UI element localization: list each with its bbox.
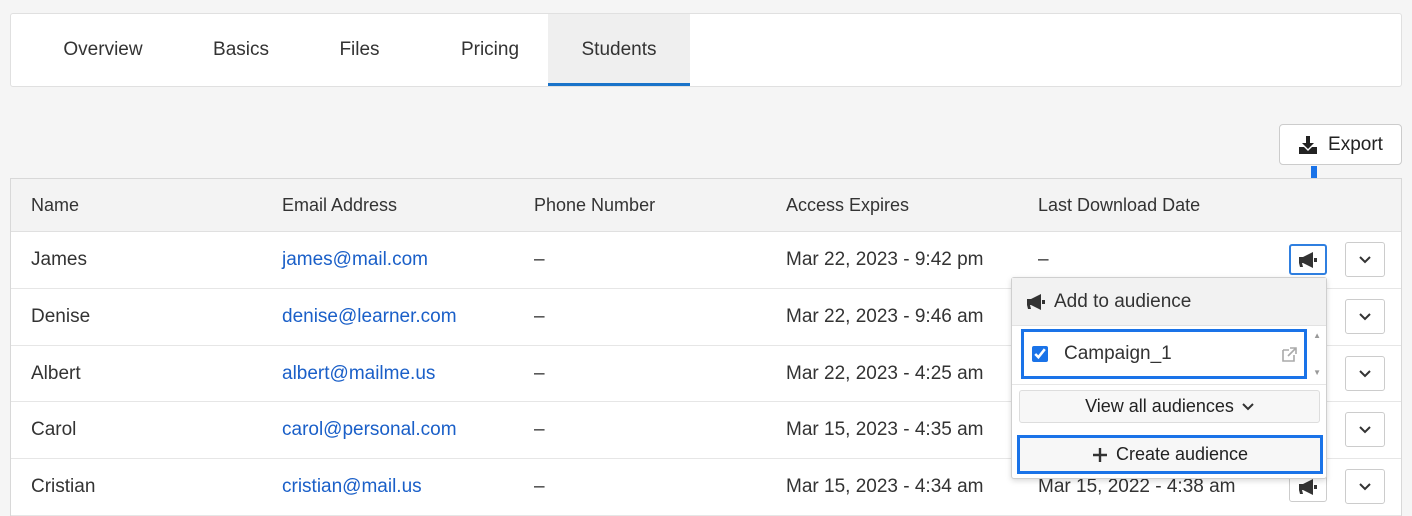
tab-pricing[interactable]: Pricing — [432, 14, 548, 86]
audience-item-campaign-1[interactable]: Campaign_1 — [1021, 329, 1307, 379]
audience-item-label: Campaign_1 — [1064, 343, 1172, 364]
chevron-down-icon — [1359, 482, 1371, 490]
cell-access-expires: Mar 15, 2023 - 4:35 am — [786, 419, 984, 440]
cell-access-expires: Mar 22, 2023 - 9:46 am — [786, 306, 984, 327]
cell-email-link[interactable]: james@mail.com — [282, 232, 428, 288]
megaphone-icon — [1027, 293, 1045, 310]
cell-name: Albert — [31, 363, 81, 384]
megaphone-icon — [1299, 251, 1317, 268]
tab-students[interactable]: Students — [548, 14, 690, 86]
megaphone-icon — [1299, 478, 1317, 495]
chevron-down-icon — [1359, 255, 1371, 263]
audience-checkbox[interactable] — [1032, 346, 1048, 362]
row-actions-button[interactable] — [1345, 356, 1385, 391]
add-to-audience-dropdown: Add to audience Campaign_1 ▲ ▼ View all … — [1011, 277, 1327, 479]
header-name: Name — [31, 195, 80, 215]
scroll-up-icon[interactable]: ▲ — [1313, 331, 1321, 340]
cell-access-expires: Mar 22, 2023 - 9:42 pm — [786, 249, 984, 270]
tab-bar: Overview Basics Files Pricing Students — [10, 13, 1402, 87]
cell-email-link[interactable]: carol@personal.com — [282, 402, 457, 458]
cell-phone: – — [534, 306, 545, 327]
tab-files[interactable]: Files — [287, 14, 432, 86]
header-last-download: Last Download Date — [1038, 195, 1201, 215]
chevron-down-icon — [1242, 402, 1254, 410]
cell-access-expires: Mar 15, 2023 - 4:34 am — [786, 476, 984, 497]
create-audience-button[interactable]: Create audience — [1017, 435, 1323, 474]
chevron-down-icon — [1359, 369, 1371, 377]
view-all-audiences-button[interactable]: View all audiences — [1019, 390, 1320, 423]
export-button[interactable]: Export — [1279, 124, 1402, 165]
row-actions-button[interactable] — [1345, 299, 1385, 334]
chevron-down-icon — [1359, 312, 1371, 320]
header-email: Email Address — [282, 195, 398, 215]
cell-email-link[interactable]: cristian@mail.us — [282, 459, 422, 515]
chevron-down-icon — [1359, 425, 1371, 433]
cell-email-link[interactable]: denise@learner.com — [282, 289, 457, 345]
tab-overview[interactable]: Overview — [11, 14, 195, 86]
dropdown-header: Add to audience — [1012, 278, 1326, 326]
cell-access-expires: Mar 22, 2023 - 4:25 am — [786, 363, 984, 384]
scroll-down-icon[interactable]: ▼ — [1313, 368, 1321, 377]
export-label: Export — [1328, 133, 1383, 155]
header-phone: Phone Number — [534, 195, 656, 215]
add-to-audience-button[interactable] — [1289, 244, 1327, 275]
row-actions-button[interactable] — [1345, 412, 1385, 447]
tab-basics[interactable]: Basics — [195, 14, 287, 86]
cell-email-link[interactable]: albert@mailme.us — [282, 346, 435, 402]
plus-icon — [1092, 447, 1107, 462]
cell-name: Cristian — [31, 476, 96, 497]
cell-name: James — [31, 249, 87, 270]
create-audience-label: Create audience — [1115, 444, 1249, 464]
cell-phone: – — [534, 476, 545, 497]
row-actions-button[interactable] — [1345, 469, 1385, 504]
cell-phone: – — [534, 249, 545, 270]
table-header: Name Email Address Phone Number Access E… — [11, 179, 1401, 232]
cell-name: Denise — [31, 306, 91, 327]
cell-phone: – — [534, 419, 545, 440]
header-access-expires: Access Expires — [786, 195, 910, 215]
cell-phone: – — [534, 363, 545, 384]
external-link-icon[interactable] — [1280, 346, 1298, 364]
download-icon — [1299, 135, 1318, 154]
dropdown-title: Add to audience — [1054, 290, 1192, 312]
row-actions-button[interactable] — [1345, 242, 1385, 277]
divider — [1012, 384, 1326, 385]
view-all-label: View all audiences — [1085, 396, 1234, 416]
cell-name: Carol — [31, 419, 77, 440]
